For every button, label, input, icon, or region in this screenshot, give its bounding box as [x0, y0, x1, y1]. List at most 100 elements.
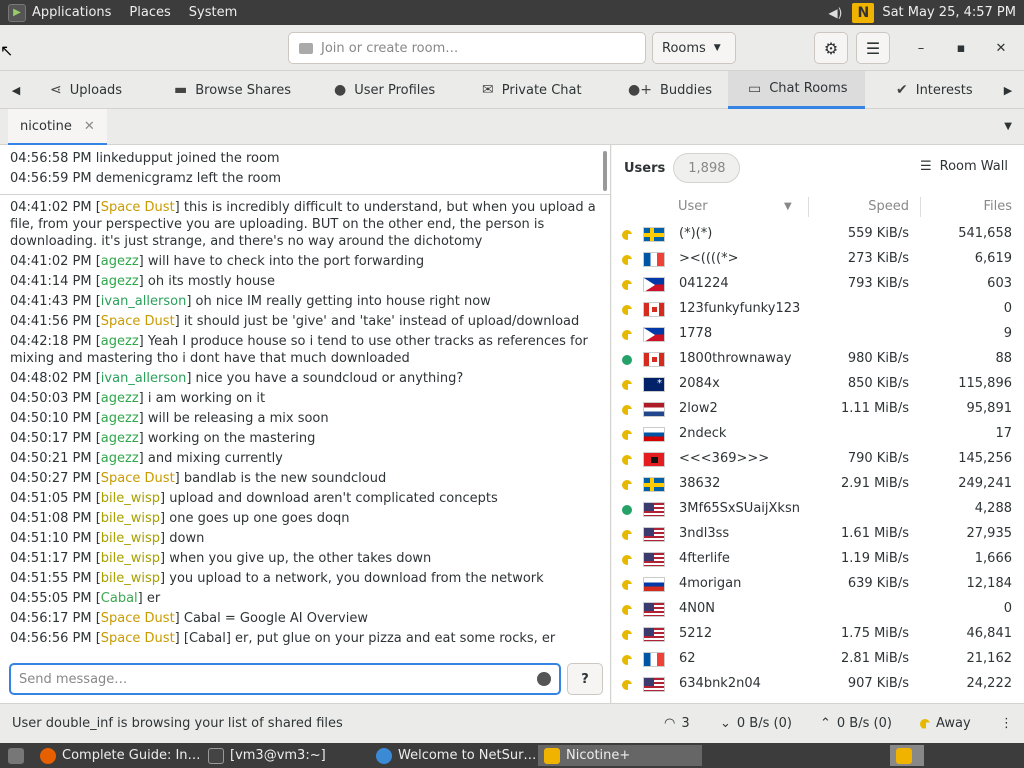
message-nick[interactable]: agezz [101, 334, 139, 349]
message-time: 04:50:17 PM [10, 431, 92, 446]
tab-private-chat[interactable]: ✉ Private Chat [482, 71, 582, 109]
message-input[interactable]: Send message… [9, 663, 561, 695]
message-nick[interactable]: Space Dust [101, 611, 175, 626]
tabs-scroll-right-button[interactable]: ▶ [998, 71, 1018, 109]
user-files: 115,896 [958, 376, 1012, 391]
tab-private-chat-label: Private Chat [501, 82, 582, 98]
message-time: 04:41:02 PM [10, 200, 92, 215]
message-nick[interactable]: Space Dust [101, 471, 175, 486]
user-row[interactable]: 1800thrownaway 980 KiB/s 88 [612, 347, 1024, 372]
user-name: 4fterlife [679, 551, 730, 566]
tab-browse-shares[interactable]: ▬ Browse Shares [174, 71, 291, 109]
user-name: 634bnk2n04 [679, 676, 761, 691]
user-row[interactable]: 2low2 1.11 MiB/s 95,891 [612, 397, 1024, 422]
user-row[interactable]: 2084x 850 KiB/s 115,896 [612, 372, 1024, 397]
user-row[interactable]: 634bnk2n04 907 KiB/s 24,222 [612, 672, 1024, 697]
user-row[interactable]: 3ndl3ss 1.61 MiB/s 27,935 [612, 522, 1024, 547]
away-status-icon [622, 480, 632, 490]
message-nick[interactable]: Cabal [101, 591, 138, 606]
user-row[interactable]: 38632 2.91 MiB/s 249,241 [612, 472, 1024, 497]
room-tab-nicotine[interactable]: nicotine ✕ [8, 109, 107, 145]
emoji-icon[interactable] [537, 672, 551, 686]
taskbar-item-firefox[interactable]: Complete Guide: In… [34, 745, 207, 766]
taskbar-item-terminal[interactable]: [vm3@vm3:~] [202, 745, 332, 766]
user-files: 1,666 [974, 551, 1012, 566]
rooms-dropdown-button[interactable]: Rooms ▼ [652, 32, 736, 64]
message-nick[interactable]: agezz [101, 274, 139, 289]
message-nick[interactable]: agezz [101, 391, 139, 406]
download-speed-indicator[interactable]: ⌄ 0 B/s (0) [720, 716, 792, 731]
tab-uploads[interactable]: ⋖ Uploads [50, 71, 122, 109]
user-row[interactable]: (*)(*) 559 KiB/s 541,658 [612, 222, 1024, 247]
room-search-input[interactable]: Join or create room… [288, 32, 646, 64]
nicotine-tray-icon[interactable]: N [852, 2, 875, 23]
clock[interactable]: Sat May 25, 4:57 PM [882, 5, 1016, 20]
message-nick[interactable]: bile_wisp [101, 491, 160, 506]
close-icon[interactable]: ✕ [84, 119, 95, 134]
message-nick[interactable]: agezz [101, 254, 139, 269]
message-nick[interactable]: Space Dust [101, 631, 175, 646]
tab-buddies[interactable]: ●+ Buddies [628, 71, 712, 109]
message-nick[interactable]: agezz [101, 411, 139, 426]
away-status-button[interactable]: Away [920, 716, 971, 731]
column-user[interactable]: User [678, 199, 708, 214]
more-options-button[interactable]: ⋮ [1000, 716, 1013, 731]
user-row[interactable]: ><((((*> 273 KiB/s 6,619 [612, 247, 1024, 272]
user-row[interactable]: <<<369>>> 790 KiB/s 145,256 [612, 447, 1024, 472]
tab-user-profiles[interactable]: ● User Profiles [334, 71, 435, 109]
workspace-switcher[interactable] [890, 745, 924, 766]
show-desktop-button[interactable] [2, 745, 30, 766]
upload-arrow-icon: ⌃ [820, 716, 831, 731]
user-row[interactable]: 3Mf65SxSUaijXksn 4,288 [612, 497, 1024, 522]
message-nick[interactable]: bile_wisp [101, 511, 160, 526]
main-menu-button[interactable]: ☰ [856, 32, 890, 64]
chat-message: 04:51:08 PM [bile_wisp] one goes up one … [10, 511, 350, 526]
user-row[interactable]: 4morigan 639 KiB/s 12,184 [612, 572, 1024, 597]
message-nick[interactable]: agezz [101, 431, 139, 446]
chat-help-button[interactable]: ? [567, 663, 603, 695]
tab-interests[interactable]: ✔ Interests [896, 71, 973, 109]
room-wall-button[interactable]: ☰ Room Wall [920, 159, 1008, 174]
menu-applications[interactable]: Applications [32, 5, 111, 20]
country-flag-icon [643, 302, 665, 317]
user-row[interactable]: 1778 9 [612, 322, 1024, 347]
upload-speed-indicator[interactable]: ⌃ 0 B/s (0) [820, 716, 892, 731]
message-nick[interactable]: Space Dust [101, 314, 175, 329]
user-row[interactable]: 4N0N 0 [612, 597, 1024, 622]
message-nick[interactable]: bile_wisp [101, 531, 160, 546]
message-nick[interactable]: Space Dust [101, 200, 175, 215]
preferences-button[interactable]: ⚙ [814, 32, 848, 64]
chat-message: 04:51:10 PM [bile_wisp] down [10, 531, 205, 546]
tabs-scroll-left-button[interactable]: ◀ [6, 71, 26, 109]
message-nick[interactable]: agezz [101, 451, 139, 466]
user-row[interactable]: 2ndeck 17 [612, 422, 1024, 447]
country-flag-icon [643, 652, 665, 667]
tab-chat-rooms[interactable]: ▭ Chat Rooms [728, 71, 865, 109]
user-count-badge: 1,898 [673, 153, 741, 183]
column-files[interactable]: Files [983, 199, 1012, 214]
minimize-button[interactable]: – [910, 37, 932, 59]
user-row[interactable]: 041224 793 KiB/s 603 [612, 272, 1024, 297]
user-files: 21,162 [966, 651, 1013, 666]
menu-places[interactable]: Places [129, 5, 170, 20]
sort-down-icon[interactable]: ▼ [784, 201, 792, 212]
scrollbar[interactable] [603, 151, 607, 191]
menu-system[interactable]: System [189, 5, 237, 20]
user-row[interactable]: 123funkyfunky123 0 [612, 297, 1024, 322]
user-row[interactable]: 62 2.81 MiB/s 21,162 [612, 647, 1024, 672]
chevron-down-icon[interactable]: ▼ [1004, 121, 1012, 132]
user-row[interactable]: 5212 1.75 MiB/s 46,841 [612, 622, 1024, 647]
message-nick[interactable]: bile_wisp [101, 551, 160, 566]
message-nick[interactable]: ivan_allerson [101, 294, 187, 309]
connections-indicator[interactable]: ◠ 3 [664, 716, 690, 731]
maximize-button[interactable]: ▪ [950, 37, 972, 59]
close-window-button[interactable]: ✕ [990, 37, 1012, 59]
taskbar-item-nicotine[interactable]: Nicotine+ [538, 745, 702, 766]
volume-icon[interactable]: ◀) [828, 6, 844, 20]
message-nick[interactable]: bile_wisp [101, 571, 160, 586]
applications-icon[interactable]: ▶ [8, 3, 26, 22]
message-nick[interactable]: ivan_allerson [101, 371, 187, 386]
user-row[interactable]: 4fterlife 1.19 MiB/s 1,666 [612, 547, 1024, 572]
taskbar-item-netsurf[interactable]: Welcome to NetSur… [370, 745, 542, 766]
column-speed[interactable]: Speed [868, 199, 909, 214]
